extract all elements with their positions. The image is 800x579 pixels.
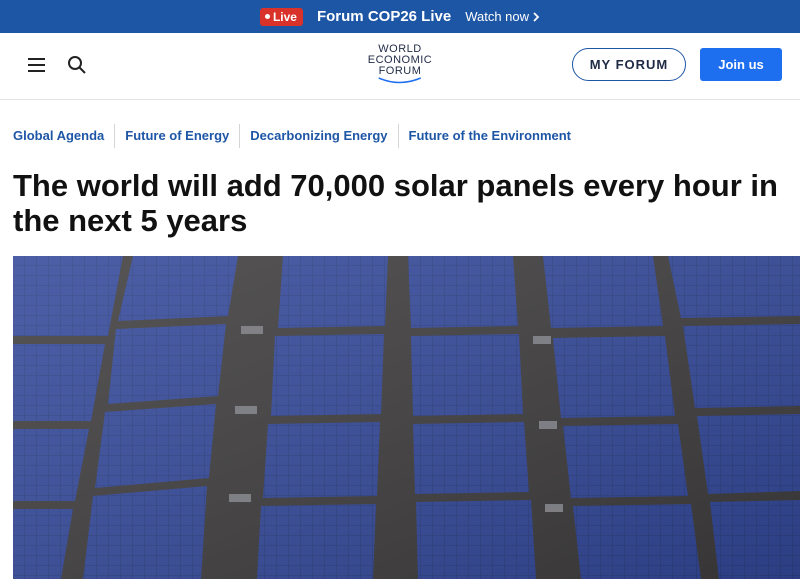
- watch-now-label[interactable]: Watch now: [465, 9, 529, 24]
- watch-now-link[interactable]: Watch now: [465, 9, 540, 24]
- join-us-button[interactable]: Join us: [700, 48, 782, 81]
- article-headline: The world will add 70,000 solar panels e…: [13, 168, 778, 238]
- logo-line-3: FORUM: [378, 65, 422, 77]
- my-forum-button[interactable]: MY FORUM: [572, 48, 686, 81]
- hamburger-icon[interactable]: [28, 58, 45, 72]
- chevron-right-icon: [533, 11, 540, 22]
- hero-image-solar-panels: [13, 256, 800, 579]
- live-dot-icon: [264, 14, 270, 19]
- logo-arc-icon: [378, 77, 422, 84]
- topic-global-agenda[interactable]: Global Agenda: [13, 124, 114, 148]
- topic-decarbonizing-energy[interactable]: Decarbonizing Energy: [239, 124, 397, 148]
- solar-panels-illustration: [13, 256, 800, 579]
- site-header: WORLD ECONOMIC FORUM MY FORUM Join us: [0, 33, 800, 100]
- live-banner[interactable]: Live Forum COP26 Live Watch now: [0, 0, 800, 33]
- topic-future-of-energy[interactable]: Future of Energy: [114, 124, 239, 148]
- wef-logo[interactable]: WORLD ECONOMIC FORUM: [368, 44, 433, 85]
- topic-future-of-environment[interactable]: Future of the Environment: [397, 124, 582, 148]
- live-label: Live: [272, 9, 297, 24]
- search-icon[interactable]: [67, 55, 87, 75]
- live-badge: Live: [259, 7, 303, 26]
- topic-tags: Global Agenda Future of Energy Decarboni…: [0, 124, 800, 148]
- banner-title[interactable]: Forum COP26 Live: [317, 8, 451, 25]
